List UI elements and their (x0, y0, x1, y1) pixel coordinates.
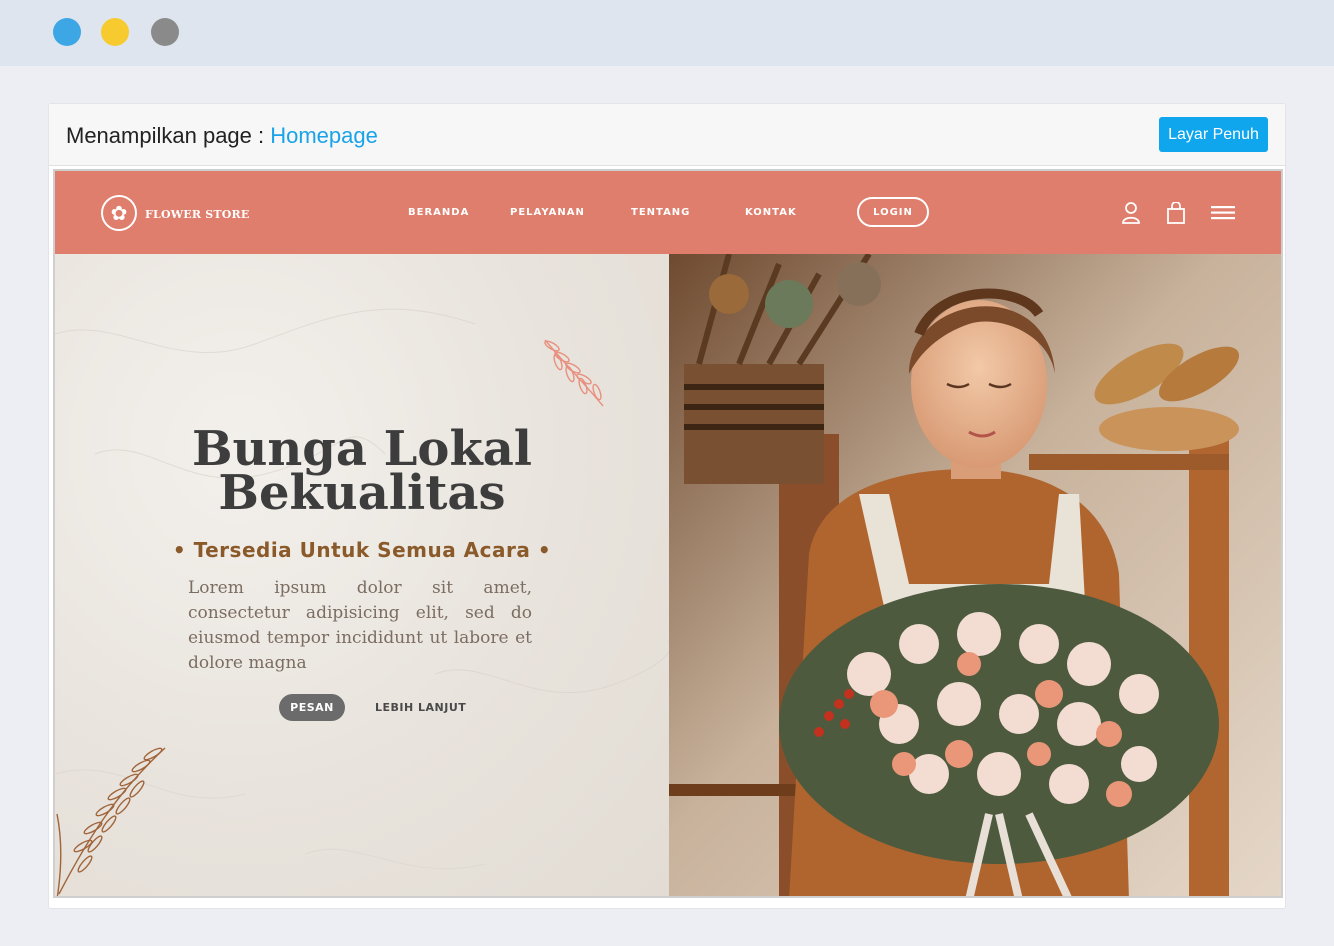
panel-title-prefix: Menampilkan page : (66, 123, 271, 148)
order-button[interactable]: PESAN (279, 694, 345, 721)
fullscreen-button[interactable]: Layar Penuh (1159, 117, 1268, 152)
hero-florist-photo (669, 254, 1281, 896)
hero-text-section: Bunga Lokal Bekualitas • Tersedia Untuk … (55, 254, 669, 896)
flower-logo-icon[interactable]: ✿ (101, 195, 137, 231)
panel-header: Menampilkan page : Homepage Layar Penuh (49, 104, 1285, 166)
florist-image (669, 254, 1281, 896)
login-button[interactable]: LOGIN (857, 197, 929, 227)
user-icon[interactable] (1121, 202, 1141, 224)
leaf-decoration-bottom (56, 747, 166, 896)
minimize-dot[interactable] (101, 18, 129, 46)
leaf-decoration-top (544, 339, 604, 407)
maximize-dot[interactable] (151, 18, 179, 46)
hero-description: Lorem ipsum dolor sit amet, consectetur … (188, 578, 532, 673)
window-titlebar (0, 0, 1334, 66)
nav-link-pelayanan[interactable]: PELAYANAN (510, 207, 585, 218)
close-dot[interactable] (53, 18, 81, 46)
learn-more-link[interactable]: LEBIH LANJUT (375, 701, 466, 714)
page-name-link[interactable]: Homepage (270, 123, 378, 148)
hero-title-line2: Bekualitas (218, 465, 506, 521)
hero-subtitle: • Tersedia Untuk Semua Acara • (172, 538, 552, 562)
shopping-bag-icon[interactable] (1166, 202, 1186, 224)
nav-link-kontak[interactable]: KONTAK (745, 207, 797, 218)
nav-link-beranda[interactable]: BERANDA (408, 207, 469, 218)
nav-link-tentang[interactable]: TENTANG (631, 207, 690, 218)
site-navbar: ✿ FLOWER STORE BERANDA PELAYANAN TENTANG… (55, 171, 1281, 254)
preview-panel: Menampilkan page : Homepage Layar Penuh … (48, 103, 1286, 909)
brand-name[interactable]: FLOWER STORE (145, 208, 249, 221)
menu-icon[interactable] (1211, 205, 1235, 221)
page-preview: ✿ FLOWER STORE BERANDA PELAYANAN TENTANG… (53, 169, 1283, 898)
panel-title: Menampilkan page : Homepage (66, 123, 378, 149)
